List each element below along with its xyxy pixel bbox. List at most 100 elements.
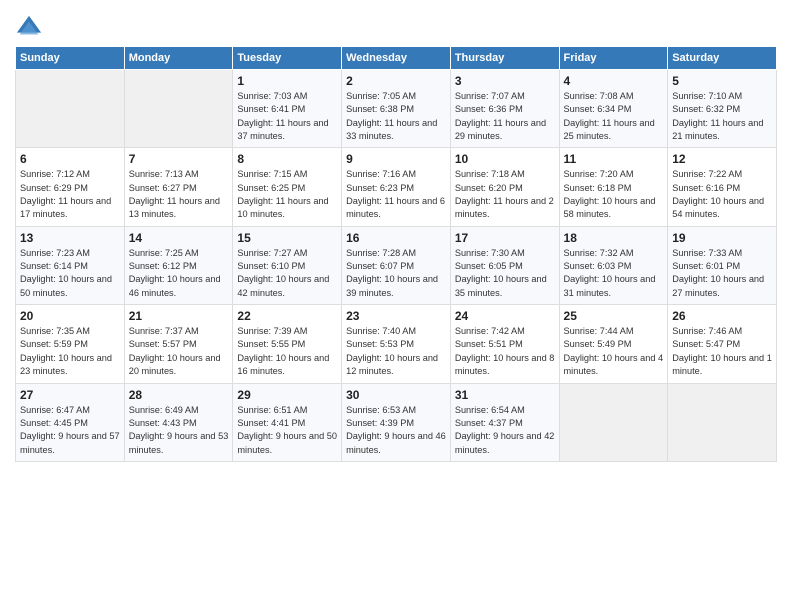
day-number: 7 [129,152,229,166]
day-number: 17 [455,231,555,245]
day-number: 18 [564,231,664,245]
day-cell: 5 Sunrise: 7:10 AM Sunset: 6:32 PM Daylig… [668,70,777,148]
day-info: Sunrise: 7:44 AM Sunset: 5:49 PM Dayligh… [564,325,664,378]
day-number: 27 [20,388,120,402]
day-cell: 25 Sunrise: 7:44 AM Sunset: 5:49 PM Dayli… [559,305,668,383]
header-row [15,10,777,42]
day-cell [16,70,125,148]
day-header-saturday: Saturday [668,47,777,70]
day-cell: 28 Sunrise: 6:49 AM Sunset: 4:43 PM Dayli… [124,383,233,461]
day-cell: 10 Sunrise: 7:18 AM Sunset: 6:20 PM Dayli… [450,148,559,226]
day-cell: 18 Sunrise: 7:32 AM Sunset: 6:03 PM Dayli… [559,226,668,304]
day-number: 23 [346,309,446,323]
day-info: Sunrise: 7:39 AM Sunset: 5:55 PM Dayligh… [237,325,337,378]
day-number: 14 [129,231,229,245]
day-header-sunday: Sunday [16,47,125,70]
day-cell: 23 Sunrise: 7:40 AM Sunset: 5:53 PM Dayli… [342,305,451,383]
day-cell: 12Sunrise: 7:22 AM Sunset: 6:16 PM Dayli… [668,148,777,226]
day-cell: 31 Sunrise: 6:54 AM Sunset: 4:37 PM Dayli… [450,383,559,461]
day-cell: 4Sunrise: 7:08 AM Sunset: 6:34 PM Daylig… [559,70,668,148]
header-row-days: SundayMondayTuesdayWednesdayThursdayFrid… [16,47,777,70]
day-info: Sunrise: 7:42 AM Sunset: 5:51 PM Dayligh… [455,325,555,378]
day-info: Sunrise: 7:10 AM Sunset: 6:32 PM Dayligh… [672,90,772,143]
day-number: 9 [346,152,446,166]
day-number: 1 [237,74,337,88]
day-info: Sunrise: 7:35 AM Sunset: 5:59 PM Dayligh… [20,325,120,378]
day-cell: 9 Sunrise: 7:16 AM Sunset: 6:23 PM Daylig… [342,148,451,226]
day-number: 31 [455,388,555,402]
day-cell: 22Sunrise: 7:39 AM Sunset: 5:55 PM Dayli… [233,305,342,383]
day-cell [124,70,233,148]
week-row-4: 20 Sunrise: 7:35 AM Sunset: 5:59 PM Dayli… [16,305,777,383]
day-cell: 29 Sunrise: 6:51 AM Sunset: 4:41 PM Dayli… [233,383,342,461]
day-number: 16 [346,231,446,245]
day-number: 6 [20,152,120,166]
day-number: 28 [129,388,229,402]
day-info: Sunrise: 7:20 AM Sunset: 6:18 PM Dayligh… [564,168,664,221]
day-info: Sunrise: 7:16 AM Sunset: 6:23 PM Dayligh… [346,168,446,221]
day-header-thursday: Thursday [450,47,559,70]
week-row-3: 13 Sunrise: 7:23 AM Sunset: 6:14 PM Dayli… [16,226,777,304]
day-cell: 20 Sunrise: 7:35 AM Sunset: 5:59 PM Dayli… [16,305,125,383]
day-cell [559,383,668,461]
day-number: 3 [455,74,555,88]
day-info: Sunrise: 7:18 AM Sunset: 6:20 PM Dayligh… [455,168,555,221]
day-info: Sunrise: 7:05 AM Sunset: 6:38 PM Dayligh… [346,90,446,143]
day-number: 2 [346,74,446,88]
day-number: 19 [672,231,772,245]
day-info: Sunrise: 7:12 AM Sunset: 6:29 PM Dayligh… [20,168,120,221]
day-info: Sunrise: 7:28 AM Sunset: 6:07 PM Dayligh… [346,247,446,300]
day-cell: 7Sunrise: 7:13 AM Sunset: 6:27 PM Daylig… [124,148,233,226]
day-cell: 19Sunrise: 7:33 AM Sunset: 6:01 PM Dayli… [668,226,777,304]
day-info: Sunrise: 7:07 AM Sunset: 6:36 PM Dayligh… [455,90,555,143]
day-number: 10 [455,152,555,166]
day-header-monday: Monday [124,47,233,70]
day-number: 4 [564,74,664,88]
day-number: 20 [20,309,120,323]
day-info: Sunrise: 7:27 AM Sunset: 6:10 PM Dayligh… [237,247,337,300]
day-info: Sunrise: 7:40 AM Sunset: 5:53 PM Dayligh… [346,325,446,378]
day-number: 29 [237,388,337,402]
calendar-table: SundayMondayTuesdayWednesdayThursdayFrid… [15,46,777,462]
day-info: Sunrise: 7:15 AM Sunset: 6:25 PM Dayligh… [237,168,337,221]
week-row-5: 27 Sunrise: 6:47 AM Sunset: 4:45 PM Dayli… [16,383,777,461]
day-info: Sunrise: 6:53 AM Sunset: 4:39 PM Dayligh… [346,404,446,457]
day-cell: 1 Sunrise: 7:03 AM Sunset: 6:41 PM Daylig… [233,70,342,148]
day-number: 30 [346,388,446,402]
day-cell: 21Sunrise: 7:37 AM Sunset: 5:57 PM Dayli… [124,305,233,383]
day-cell: 8 Sunrise: 7:15 AM Sunset: 6:25 PM Daylig… [233,148,342,226]
day-header-wednesday: Wednesday [342,47,451,70]
day-number: 12 [672,152,772,166]
day-number: 26 [672,309,772,323]
day-number: 8 [237,152,337,166]
day-info: Sunrise: 6:47 AM Sunset: 4:45 PM Dayligh… [20,404,120,457]
day-number: 11 [564,152,664,166]
day-number: 25 [564,309,664,323]
day-info: Sunrise: 6:49 AM Sunset: 4:43 PM Dayligh… [129,404,229,457]
day-cell: 14 Sunrise: 7:25 AM Sunset: 6:12 PM Dayli… [124,226,233,304]
logo [15,14,47,42]
day-info: Sunrise: 6:54 AM Sunset: 4:37 PM Dayligh… [455,404,555,457]
day-cell: 26 Sunrise: 7:46 AM Sunset: 5:47 PM Dayli… [668,305,777,383]
day-info: Sunrise: 7:32 AM Sunset: 6:03 PM Dayligh… [564,247,664,300]
day-info: Sunrise: 7:30 AM Sunset: 6:05 PM Dayligh… [455,247,555,300]
day-header-friday: Friday [559,47,668,70]
day-number: 13 [20,231,120,245]
day-info: Sunrise: 7:37 AM Sunset: 5:57 PM Dayligh… [129,325,229,378]
day-number: 5 [672,74,772,88]
day-cell: 11 Sunrise: 7:20 AM Sunset: 6:18 PM Dayli… [559,148,668,226]
logo-icon [15,14,43,42]
day-cell: 15 Sunrise: 7:27 AM Sunset: 6:10 PM Dayli… [233,226,342,304]
day-info: Sunrise: 7:23 AM Sunset: 6:14 PM Dayligh… [20,247,120,300]
day-cell: 2 Sunrise: 7:05 AM Sunset: 6:38 PM Daylig… [342,70,451,148]
day-info: Sunrise: 7:46 AM Sunset: 5:47 PM Dayligh… [672,325,772,378]
day-cell: 27 Sunrise: 6:47 AM Sunset: 4:45 PM Dayli… [16,383,125,461]
day-info: Sunrise: 6:51 AM Sunset: 4:41 PM Dayligh… [237,404,337,457]
day-info: Sunrise: 7:25 AM Sunset: 6:12 PM Dayligh… [129,247,229,300]
week-row-1: 1 Sunrise: 7:03 AM Sunset: 6:41 PM Daylig… [16,70,777,148]
day-cell: 17 Sunrise: 7:30 AM Sunset: 6:05 PM Dayli… [450,226,559,304]
day-header-tuesday: Tuesday [233,47,342,70]
day-cell: 3 Sunrise: 7:07 AM Sunset: 6:36 PM Daylig… [450,70,559,148]
day-number: 15 [237,231,337,245]
day-info: Sunrise: 7:03 AM Sunset: 6:41 PM Dayligh… [237,90,337,143]
